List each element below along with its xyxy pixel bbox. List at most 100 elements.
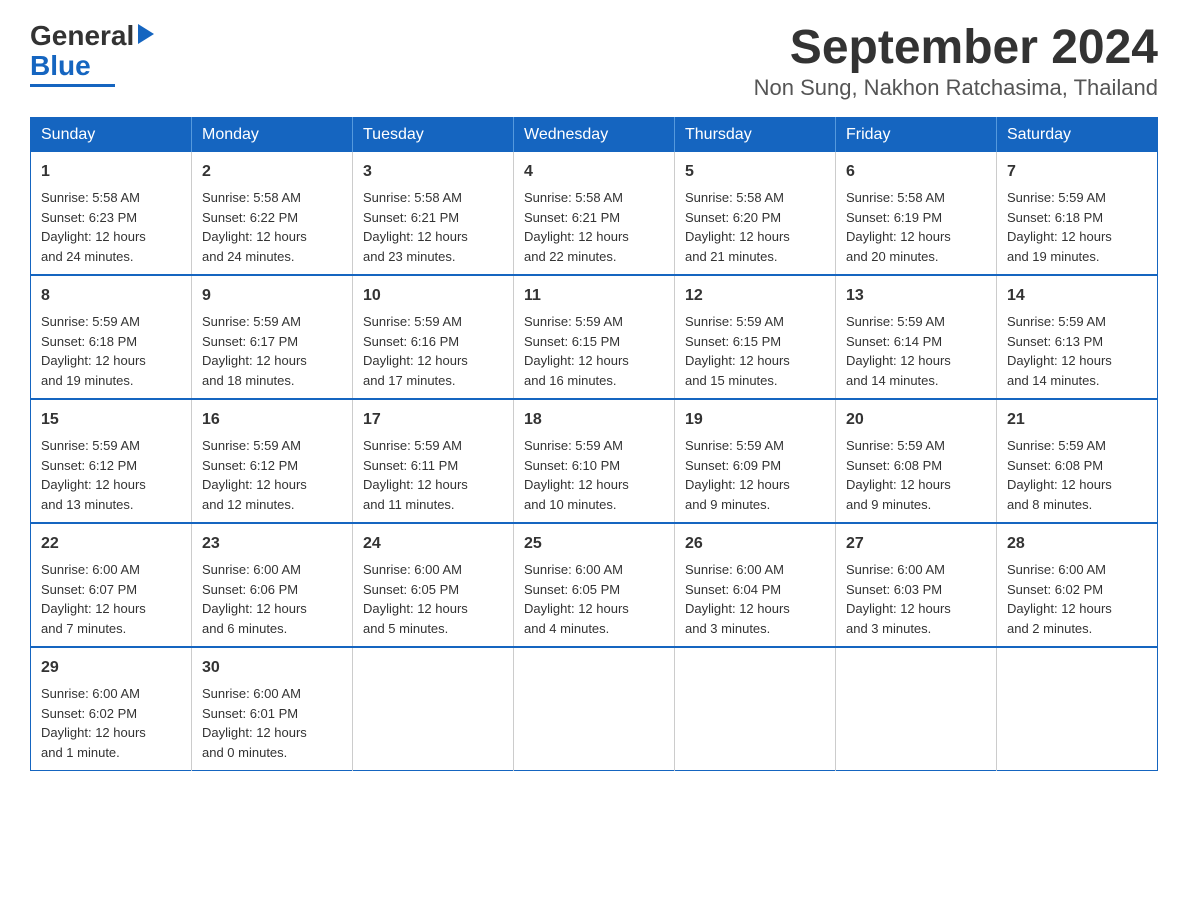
cell-info: Sunrise: 6:00 AMSunset: 6:01 PMDaylight:… <box>202 686 307 760</box>
calendar-cell: 16 Sunrise: 5:59 AMSunset: 6:12 PMDaylig… <box>192 399 353 523</box>
day-number: 29 <box>41 656 181 680</box>
cell-info: Sunrise: 5:59 AMSunset: 6:14 PMDaylight:… <box>846 314 951 388</box>
day-number: 26 <box>685 532 825 556</box>
calendar-cell: 5 Sunrise: 5:58 AMSunset: 6:20 PMDayligh… <box>675 152 836 275</box>
col-wednesday: Wednesday <box>514 118 675 153</box>
calendar-body: 1 Sunrise: 5:58 AMSunset: 6:23 PMDayligh… <box>31 152 1158 771</box>
day-number: 15 <box>41 408 181 432</box>
calendar-cell: 9 Sunrise: 5:59 AMSunset: 6:17 PMDayligh… <box>192 275 353 399</box>
cell-info: Sunrise: 5:58 AMSunset: 6:22 PMDaylight:… <box>202 190 307 264</box>
logo-text-blue: Blue <box>30 50 91 82</box>
cell-info: Sunrise: 5:59 AMSunset: 6:08 PMDaylight:… <box>846 438 951 512</box>
col-friday: Friday <box>836 118 997 153</box>
day-number: 2 <box>202 160 342 184</box>
calendar-cell: 8 Sunrise: 5:59 AMSunset: 6:18 PMDayligh… <box>31 275 192 399</box>
cell-info: Sunrise: 5:58 AMSunset: 6:19 PMDaylight:… <box>846 190 951 264</box>
day-number: 3 <box>363 160 503 184</box>
calendar-week-row: 8 Sunrise: 5:59 AMSunset: 6:18 PMDayligh… <box>31 275 1158 399</box>
page: General Blue September 2024 Non Sung, Na… <box>0 0 1188 791</box>
day-number: 22 <box>41 532 181 556</box>
calendar-cell: 1 Sunrise: 5:58 AMSunset: 6:23 PMDayligh… <box>31 152 192 275</box>
day-number: 16 <box>202 408 342 432</box>
cell-info: Sunrise: 5:59 AMSunset: 6:18 PMDaylight:… <box>1007 190 1112 264</box>
title-block: September 2024 Non Sung, Nakhon Ratchasi… <box>754 20 1158 101</box>
calendar-cell: 24 Sunrise: 6:00 AMSunset: 6:05 PMDaylig… <box>353 523 514 647</box>
cell-info: Sunrise: 6:00 AMSunset: 6:04 PMDaylight:… <box>685 562 790 636</box>
cell-info: Sunrise: 6:00 AMSunset: 6:05 PMDaylight:… <box>363 562 468 636</box>
logo: General Blue <box>30 20 156 87</box>
day-number: 25 <box>524 532 664 556</box>
calendar-cell: 12 Sunrise: 5:59 AMSunset: 6:15 PMDaylig… <box>675 275 836 399</box>
calendar-cell: 30 Sunrise: 6:00 AMSunset: 6:01 PMDaylig… <box>192 647 353 771</box>
calendar-cell: 29 Sunrise: 6:00 AMSunset: 6:02 PMDaylig… <box>31 647 192 771</box>
day-number: 11 <box>524 284 664 308</box>
day-number: 1 <box>41 160 181 184</box>
calendar-week-row: 29 Sunrise: 6:00 AMSunset: 6:02 PMDaylig… <box>31 647 1158 771</box>
calendar-cell: 20 Sunrise: 5:59 AMSunset: 6:08 PMDaylig… <box>836 399 997 523</box>
calendar-cell <box>353 647 514 771</box>
calendar-cell: 15 Sunrise: 5:59 AMSunset: 6:12 PMDaylig… <box>31 399 192 523</box>
calendar-title: September 2024 <box>754 20 1158 75</box>
cell-info: Sunrise: 5:59 AMSunset: 6:12 PMDaylight:… <box>202 438 307 512</box>
calendar-cell <box>836 647 997 771</box>
calendar-cell: 10 Sunrise: 5:59 AMSunset: 6:16 PMDaylig… <box>353 275 514 399</box>
cell-info: Sunrise: 5:58 AMSunset: 6:21 PMDaylight:… <box>524 190 629 264</box>
calendar-cell: 14 Sunrise: 5:59 AMSunset: 6:13 PMDaylig… <box>997 275 1158 399</box>
cell-info: Sunrise: 5:59 AMSunset: 6:15 PMDaylight:… <box>524 314 629 388</box>
calendar-cell <box>997 647 1158 771</box>
day-number: 28 <box>1007 532 1147 556</box>
calendar-cell: 13 Sunrise: 5:59 AMSunset: 6:14 PMDaylig… <box>836 275 997 399</box>
day-number: 30 <box>202 656 342 680</box>
day-number: 24 <box>363 532 503 556</box>
day-number: 21 <box>1007 408 1147 432</box>
cell-info: Sunrise: 6:00 AMSunset: 6:02 PMDaylight:… <box>41 686 146 760</box>
day-number: 17 <box>363 408 503 432</box>
cell-info: Sunrise: 5:58 AMSunset: 6:20 PMDaylight:… <box>685 190 790 264</box>
day-number: 20 <box>846 408 986 432</box>
col-sunday: Sunday <box>31 118 192 153</box>
logo-underline <box>30 84 115 87</box>
calendar-week-row: 1 Sunrise: 5:58 AMSunset: 6:23 PMDayligh… <box>31 152 1158 275</box>
day-number: 12 <box>685 284 825 308</box>
cell-info: Sunrise: 5:59 AMSunset: 6:15 PMDaylight:… <box>685 314 790 388</box>
cell-info: Sunrise: 6:00 AMSunset: 6:02 PMDaylight:… <box>1007 562 1112 636</box>
day-number: 4 <box>524 160 664 184</box>
day-number: 18 <box>524 408 664 432</box>
calendar-cell: 23 Sunrise: 6:00 AMSunset: 6:06 PMDaylig… <box>192 523 353 647</box>
calendar-week-row: 22 Sunrise: 6:00 AMSunset: 6:07 PMDaylig… <box>31 523 1158 647</box>
calendar-cell: 2 Sunrise: 5:58 AMSunset: 6:22 PMDayligh… <box>192 152 353 275</box>
cell-info: Sunrise: 5:59 AMSunset: 6:12 PMDaylight:… <box>41 438 146 512</box>
cell-info: Sunrise: 5:59 AMSunset: 6:11 PMDaylight:… <box>363 438 468 512</box>
day-number: 14 <box>1007 284 1147 308</box>
day-number: 19 <box>685 408 825 432</box>
calendar-cell: 18 Sunrise: 5:59 AMSunset: 6:10 PMDaylig… <box>514 399 675 523</box>
day-number: 7 <box>1007 160 1147 184</box>
day-number: 9 <box>202 284 342 308</box>
day-number: 8 <box>41 284 181 308</box>
calendar-cell: 22 Sunrise: 6:00 AMSunset: 6:07 PMDaylig… <box>31 523 192 647</box>
calendar-cell: 26 Sunrise: 6:00 AMSunset: 6:04 PMDaylig… <box>675 523 836 647</box>
cell-info: Sunrise: 5:59 AMSunset: 6:10 PMDaylight:… <box>524 438 629 512</box>
calendar-cell <box>514 647 675 771</box>
calendar-cell <box>675 647 836 771</box>
cell-info: Sunrise: 5:59 AMSunset: 6:08 PMDaylight:… <box>1007 438 1112 512</box>
calendar-cell: 19 Sunrise: 5:59 AMSunset: 6:09 PMDaylig… <box>675 399 836 523</box>
calendar-cell: 11 Sunrise: 5:59 AMSunset: 6:15 PMDaylig… <box>514 275 675 399</box>
logo-text-general: General <box>30 22 134 50</box>
calendar-week-row: 15 Sunrise: 5:59 AMSunset: 6:12 PMDaylig… <box>31 399 1158 523</box>
col-saturday: Saturday <box>997 118 1158 153</box>
calendar-subtitle: Non Sung, Nakhon Ratchasima, Thailand <box>754 75 1158 101</box>
calendar-header-row: Sunday Monday Tuesday Wednesday Thursday… <box>31 118 1158 153</box>
calendar-table: Sunday Monday Tuesday Wednesday Thursday… <box>30 117 1158 771</box>
day-number: 10 <box>363 284 503 308</box>
cell-info: Sunrise: 6:00 AMSunset: 6:06 PMDaylight:… <box>202 562 307 636</box>
cell-info: Sunrise: 5:59 AMSunset: 6:09 PMDaylight:… <box>685 438 790 512</box>
cell-info: Sunrise: 6:00 AMSunset: 6:03 PMDaylight:… <box>846 562 951 636</box>
cell-info: Sunrise: 6:00 AMSunset: 6:05 PMDaylight:… <box>524 562 629 636</box>
calendar-cell: 4 Sunrise: 5:58 AMSunset: 6:21 PMDayligh… <box>514 152 675 275</box>
day-number: 5 <box>685 160 825 184</box>
calendar-cell: 7 Sunrise: 5:59 AMSunset: 6:18 PMDayligh… <box>997 152 1158 275</box>
calendar-cell: 28 Sunrise: 6:00 AMSunset: 6:02 PMDaylig… <box>997 523 1158 647</box>
logo-triangle-icon <box>134 20 156 48</box>
cell-info: Sunrise: 5:59 AMSunset: 6:13 PMDaylight:… <box>1007 314 1112 388</box>
